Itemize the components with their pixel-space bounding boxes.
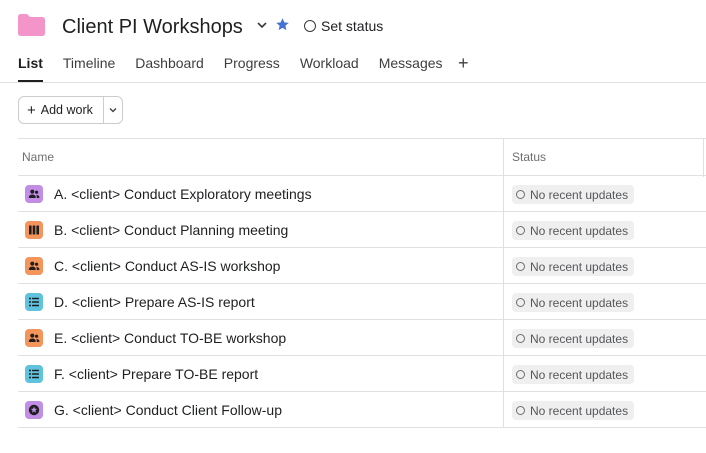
table-body: A. <client> Conduct Exploratory meetings… [18, 176, 706, 428]
add-work-label: Add work [40, 103, 93, 117]
table-row[interactable]: A. <client> Conduct Exploratory meetings… [18, 176, 706, 212]
table-row[interactable]: G. <client> Conduct Client Follow-up No r… [18, 392, 706, 428]
status-circle-icon [516, 334, 525, 343]
status-label: No recent updates [530, 223, 629, 238]
tab-dashboard[interactable]: Dashboard [135, 54, 204, 82]
row-name[interactable]: A. <client> Conduct Exploratory meetings [54, 176, 312, 212]
row-name[interactable]: E. <client> Conduct TO-BE workshop [54, 320, 286, 356]
tab-progress[interactable]: Progress [224, 54, 280, 82]
column-header-name[interactable]: Name [22, 139, 54, 176]
table-row[interactable]: C. <client> Conduct AS-IS workshop No rec… [18, 248, 706, 284]
people-icon [25, 185, 43, 203]
tab-list[interactable]: List [18, 54, 43, 82]
status-circle-icon [304, 20, 316, 32]
status-label: No recent updates [530, 187, 629, 202]
status-badge[interactable]: No recent updates [512, 401, 635, 420]
tabs-divider [0, 82, 706, 83]
project-header: Client PI Workshops Set status [0, 0, 706, 52]
status-circle-icon [516, 262, 525, 271]
status-circle-icon [516, 406, 525, 415]
star-icon[interactable] [275, 17, 290, 32]
status-badge[interactable]: No recent updates [512, 185, 635, 204]
set-status-button[interactable]: Set status [304, 16, 383, 36]
star-badge-icon [25, 401, 43, 419]
add-work-button[interactable]: + Add work [19, 97, 104, 123]
tab-workload[interactable]: Workload [300, 54, 359, 82]
add-work-dropdown[interactable] [104, 97, 122, 123]
tab-bar: List Timeline Dashboard Progress Workloa… [18, 54, 443, 82]
add-tab-icon[interactable]: + [458, 54, 469, 72]
status-label: No recent updates [530, 259, 629, 274]
project-title: Client PI Workshops [62, 16, 243, 38]
table-header: Name Status [18, 138, 706, 177]
row-name[interactable]: F. <client> Prepare TO-BE report [54, 356, 258, 392]
status-badge[interactable]: No recent updates [512, 293, 635, 312]
column-header-status[interactable]: Status [512, 139, 546, 176]
folder-icon [18, 14, 45, 36]
column-divider [703, 139, 704, 177]
status-badge[interactable]: No recent updates [512, 365, 635, 384]
status-label: No recent updates [530, 295, 629, 310]
status-label: No recent updates [530, 331, 629, 346]
board-icon [25, 221, 43, 239]
table-row[interactable]: F. <client> Prepare TO-BE report No recen… [18, 356, 706, 392]
status-label: No recent updates [530, 403, 629, 418]
table-row[interactable]: B. <client> Conduct Planning meeting No r… [18, 212, 706, 248]
plus-icon: + [27, 101, 36, 119]
task-table: Name Status A. <client> Conduct Explorat… [18, 138, 706, 428]
row-name[interactable]: B. <client> Conduct Planning meeting [54, 212, 288, 248]
status-badge[interactable]: No recent updates [512, 221, 635, 240]
status-badge[interactable]: No recent updates [512, 257, 635, 276]
tab-timeline[interactable]: Timeline [63, 54, 115, 82]
status-circle-icon [516, 190, 525, 199]
list-icon [25, 365, 43, 383]
row-name[interactable]: C. <client> Conduct AS-IS workshop [54, 248, 280, 284]
status-circle-icon [516, 226, 525, 235]
table-row[interactable]: E. <client> Conduct TO-BE workshop No rec… [18, 320, 706, 356]
tab-messages[interactable]: Messages [379, 54, 443, 82]
table-row[interactable]: D. <client> Prepare AS-IS report No recen… [18, 284, 706, 320]
status-circle-icon [516, 370, 525, 379]
row-name[interactable]: D. <client> Prepare AS-IS report [54, 284, 255, 320]
people-icon [25, 329, 43, 347]
chevron-down-icon [109, 108, 117, 113]
row-name[interactable]: G. <client> Conduct Client Follow-up [54, 392, 282, 428]
chevron-down-icon[interactable] [256, 19, 268, 31]
people-icon [25, 257, 43, 275]
list-icon [25, 293, 43, 311]
set-status-label: Set status [321, 18, 384, 34]
add-work-split-button: + Add work [18, 96, 123, 124]
status-badge[interactable]: No recent updates [512, 329, 635, 348]
status-label: No recent updates [530, 367, 629, 382]
status-circle-icon [516, 298, 525, 307]
